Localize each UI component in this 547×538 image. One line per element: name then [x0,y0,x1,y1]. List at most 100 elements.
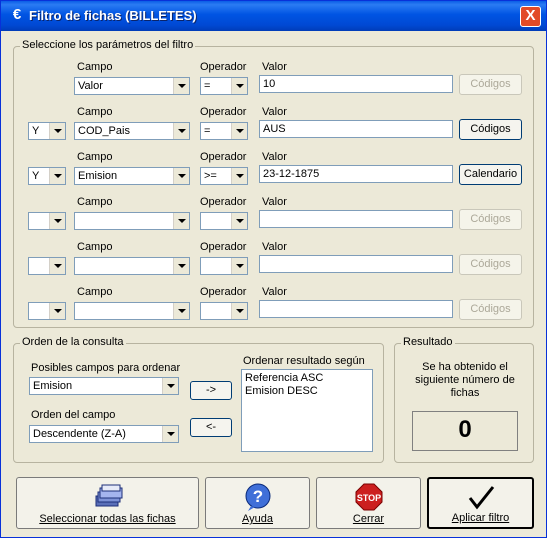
campo-label: Campo [77,106,113,118]
valor-label: Valor [262,286,287,298]
chevron-down-icon[interactable] [173,258,189,274]
campo-select[interactable]: Emision [74,167,190,185]
operador-select[interactable] [200,302,248,320]
list-item[interactable]: Referencia ASC [245,372,369,385]
close-label: Cerrar [352,513,385,525]
apply-filter-label: Aplicar filtro [451,512,510,524]
chevron-down-icon[interactable] [173,78,189,94]
operador-select[interactable] [200,212,248,230]
campo-select[interactable] [74,212,190,230]
field-order-select[interactable]: Descendente (Z-A) [29,425,179,443]
campo-select[interactable] [74,302,190,320]
connector-select[interactable]: Y [28,122,66,140]
chevron-down-icon[interactable] [231,168,247,184]
select-all-label: Seleccionar todas las fichas [39,513,176,525]
valor-label: Valor [262,196,287,208]
window-title: Filtro de fichas (BILLETES) [29,8,197,23]
chevron-down-icon[interactable] [162,426,178,442]
help-label: Ayuda [242,513,273,525]
calendario-button[interactable]: Calendario [459,164,522,185]
chevron-down-icon[interactable] [173,213,189,229]
chevron-down-icon[interactable] [49,168,65,184]
codigos-button[interactable]: Códigos [459,299,522,320]
remove-order-button[interactable]: <- [190,418,232,437]
field-order-value: Descendente (Z-A) [33,428,126,440]
filter-dialog: € Filtro de fichas (BILLETES) X Seleccio… [0,0,547,538]
chevron-down-icon[interactable] [162,378,178,394]
connector-select[interactable] [28,212,66,230]
campo-label: Campo [77,196,113,208]
valor-label: Valor [262,106,287,118]
campo-label: Campo [77,286,113,298]
valor-input[interactable] [259,300,453,318]
codigos-button[interactable]: Códigos [459,254,522,275]
chevron-down-icon[interactable] [231,258,247,274]
help-icon: ? [245,483,270,511]
valor-label: Valor [262,61,287,73]
valor-input[interactable]: AUS [259,120,453,138]
title-bar[interactable]: € Filtro de fichas (BILLETES) X [1,1,546,31]
connector-select[interactable] [28,302,66,320]
operador-value: = [204,125,211,137]
field-order-label: Orden del campo [31,409,116,421]
operador-label: Operador [200,106,247,118]
campo-value: Emision [78,170,118,182]
codigos-button[interactable]: Códigos [459,209,522,230]
operador-label: Operador [200,286,247,298]
order-result-list[interactable]: Referencia ASC Emision DESC [241,369,373,452]
close-window-button[interactable]: X [520,6,541,27]
connector-select[interactable] [28,257,66,275]
order-result-label: Ordenar resultado según [243,355,365,367]
chevron-down-icon[interactable] [49,213,65,229]
chevron-down-icon[interactable] [173,168,189,184]
codigos-button[interactable]: Códigos [459,119,522,140]
connector-select[interactable]: Y [28,167,66,185]
operador-select[interactable]: = [200,122,248,140]
result-text: Se ha obtenido el siguiente número de fi… [415,361,515,399]
result-count: 0 [412,411,518,451]
order-legend: Orden de la consulta [20,336,126,348]
operador-value: = [204,80,211,92]
operador-select[interactable]: = [200,77,248,95]
valor-input[interactable] [259,255,453,273]
possible-fields-label: Posibles campos para ordenar [31,362,181,374]
close-button[interactable]: STOP Cerrar [316,477,421,529]
campo-select[interactable]: Valor [74,77,190,95]
chevron-down-icon[interactable] [49,258,65,274]
codigos-button[interactable]: Códigos [459,74,522,95]
connector-value: Y [32,170,40,182]
result-legend: Resultado [401,336,455,348]
operador-value: >= [204,170,217,182]
chevron-down-icon[interactable] [231,303,247,319]
valor-label: Valor [262,151,287,163]
valor-label: Valor [262,241,287,253]
select-all-button[interactable]: Seleccionar todas las fichas [16,477,199,529]
svg-text:?: ? [252,487,262,506]
help-button[interactable]: ? Ayuda [205,477,310,529]
chevron-down-icon[interactable] [231,213,247,229]
operador-select[interactable] [200,257,248,275]
operador-label: Operador [200,241,247,253]
chevron-down-icon[interactable] [173,123,189,139]
apply-filter-button[interactable]: Aplicar filtro [427,477,534,529]
valor-input[interactable]: 10 [259,75,453,93]
chevron-down-icon[interactable] [231,78,247,94]
list-item[interactable]: Emision DESC [245,385,369,398]
operador-select[interactable]: >= [200,167,248,185]
connector-value: Y [32,125,40,137]
possible-fields-select[interactable]: Emision [29,377,179,395]
chevron-down-icon[interactable] [49,123,65,139]
chevron-down-icon[interactable] [173,303,189,319]
stop-sign-icon: STOP [355,483,382,511]
campo-select[interactable]: COD_Pais [74,122,190,140]
chevron-down-icon[interactable] [231,123,247,139]
operador-label: Operador [200,196,247,208]
campo-label: Campo [77,61,113,73]
possible-fields-value: Emision [33,380,73,392]
add-order-button[interactable]: -> [190,381,232,400]
valor-input[interactable] [259,210,453,228]
chevron-down-icon[interactable] [49,303,65,319]
filter-parameters-legend: Seleccione los parámetros del filtro [20,39,196,51]
valor-input[interactable]: 23-12-1875 [259,165,453,183]
campo-select[interactable] [74,257,190,275]
